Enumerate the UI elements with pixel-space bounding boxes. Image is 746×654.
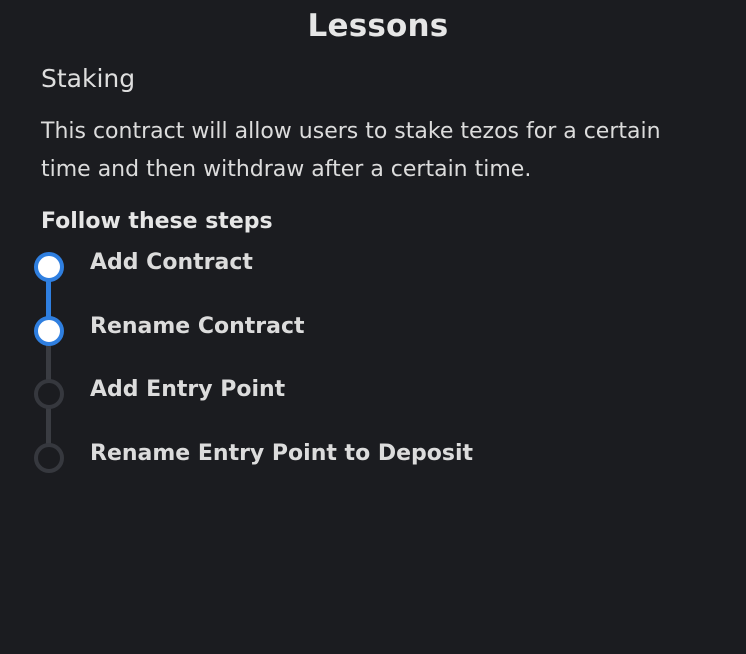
step-indicator-icon <box>34 443 64 473</box>
step-indicator-icon <box>34 252 64 282</box>
lessons-panel: Lessons Staking This contract will allow… <box>0 0 746 654</box>
step-indicator-icon <box>34 379 64 409</box>
step-label-rename-contract[interactable]: Rename Contract <box>90 314 305 339</box>
step-label-add-contract[interactable]: Add Contract <box>90 250 253 275</box>
steps-list: Add Contract Rename Contract Add Entry P… <box>0 0 746 654</box>
step-label-add-entry-point[interactable]: Add Entry Point <box>90 377 285 402</box>
step-label-rename-entry-point[interactable]: Rename Entry Point to Deposit <box>90 441 473 466</box>
step-indicator-icon <box>34 316 64 346</box>
